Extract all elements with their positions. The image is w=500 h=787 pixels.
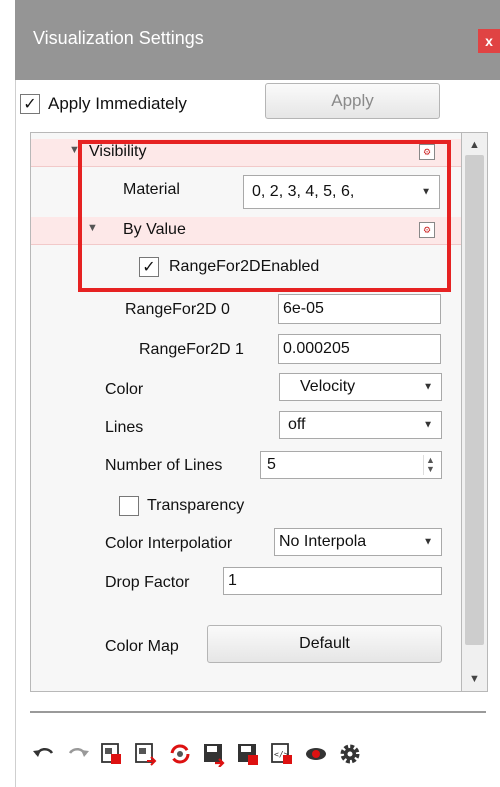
- transparency-checkbox[interactable]: [119, 496, 139, 516]
- color-interpolation-label: Color Interpolatior: [105, 535, 233, 552]
- visibility-group-row[interactable]: ▼ Visibility ⚙: [31, 139, 461, 167]
- collapse-arrow-icon[interactable]: ▼: [87, 222, 98, 234]
- material-label: Material: [123, 181, 180, 198]
- lines-combobox[interactable]: off ▼: [279, 411, 442, 439]
- color-combobox[interactable]: Velocity ▼: [279, 373, 442, 401]
- color-map-button[interactable]: Default: [207, 625, 442, 663]
- lines-value: off: [288, 416, 306, 433]
- range0-input[interactable]: 6e-05: [278, 294, 441, 324]
- paste-settings-icon[interactable]: [132, 740, 160, 768]
- number-of-lines-spinbox[interactable]: 5 ▲ ▼: [260, 451, 442, 479]
- sync-icon[interactable]: [166, 740, 194, 768]
- save-icon[interactable]: [200, 740, 228, 768]
- scroll-down-icon[interactable]: ▼: [462, 669, 487, 689]
- visibility-settings-icon[interactable]: ⚙: [419, 144, 435, 160]
- vertical-scrollbar[interactable]: ▲ ▼: [462, 132, 488, 692]
- range1-label: RangeFor2D 1: [139, 341, 244, 358]
- scrollbar-thumb[interactable]: [465, 155, 484, 645]
- undo-icon[interactable]: [30, 740, 58, 768]
- bottom-toolbar: </>: [30, 738, 364, 770]
- color-interpolation-combobox[interactable]: No Interpola ▼: [274, 528, 442, 556]
- divider: [30, 711, 486, 713]
- by-value-settings-icon[interactable]: ⚙: [419, 222, 435, 238]
- gear-icon[interactable]: [336, 740, 364, 768]
- apply-immediately-label: Apply Immediately: [48, 94, 187, 113]
- close-button[interactable]: x: [478, 29, 500, 53]
- drop-factor-input[interactable]: 1: [223, 567, 442, 595]
- property-tree: ▼ Visibility ⚙ Material 0, 2, 3, 4, 5, 6…: [30, 132, 462, 692]
- apply-immediately-checkbox[interactable]: ✓: [20, 94, 40, 114]
- apply-button[interactable]: Apply: [265, 83, 440, 119]
- color-interpolation-value: No Interpola: [279, 533, 367, 550]
- range-enabled-label: RangeFor2DEnabled: [169, 258, 320, 275]
- range-enabled-row[interactable]: ✓ RangeFor2DEnabled: [121, 251, 441, 283]
- number-of-lines-label: Number of Lines: [105, 457, 223, 474]
- color-map-label: Color Map: [105, 638, 179, 655]
- collapse-arrow-icon[interactable]: ▼: [69, 144, 80, 156]
- material-combobox[interactable]: 0, 2, 3, 4, 5, 6, ▼: [243, 175, 440, 209]
- color-value: Velocity: [300, 378, 356, 395]
- chevron-down-icon: ▼: [421, 186, 431, 198]
- redo-icon[interactable]: [64, 740, 92, 768]
- window-title: Visualization Settings: [33, 28, 204, 48]
- chevron-down-icon: ▼: [423, 381, 433, 393]
- title-bar: Visualization Settings x: [15, 0, 500, 80]
- chevron-down-icon: ▼: [423, 536, 433, 548]
- chevron-down-icon: ▼: [423, 419, 433, 431]
- lines-label: Lines: [105, 419, 144, 436]
- range0-label: RangeFor2D 0: [125, 301, 230, 318]
- by-value-group-row[interactable]: ▼ By Value ⚙: [31, 217, 461, 245]
- range1-input[interactable]: 0.000205: [278, 334, 441, 364]
- save-as-icon[interactable]: [234, 740, 262, 768]
- range-enabled-checkbox[interactable]: ✓: [139, 257, 159, 277]
- scroll-up-icon[interactable]: ▲: [462, 135, 487, 155]
- script-icon[interactable]: </>: [268, 740, 296, 768]
- transparency-row[interactable]: Transparency: [105, 491, 405, 521]
- by-value-label: By Value: [123, 221, 186, 238]
- copy-settings-icon[interactable]: [98, 740, 126, 768]
- spin-arrows-icon[interactable]: ▲ ▼: [423, 455, 437, 475]
- visibility-label: Visibility: [89, 143, 147, 160]
- drop-factor-label: Drop Factor: [105, 574, 190, 591]
- apply-immediately-row[interactable]: ✓ Apply Immediately: [20, 88, 187, 120]
- transparency-label: Transparency: [147, 497, 245, 514]
- color-label: Color: [105, 381, 144, 398]
- view-icon[interactable]: [302, 740, 330, 768]
- material-value: 0, 2, 3, 4, 5, 6,: [252, 183, 355, 200]
- number-of-lines-value: 5: [267, 456, 276, 473]
